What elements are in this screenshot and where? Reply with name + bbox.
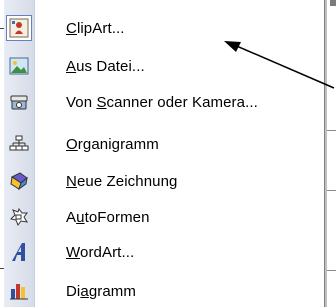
callout-arrow [224,41,335,89]
